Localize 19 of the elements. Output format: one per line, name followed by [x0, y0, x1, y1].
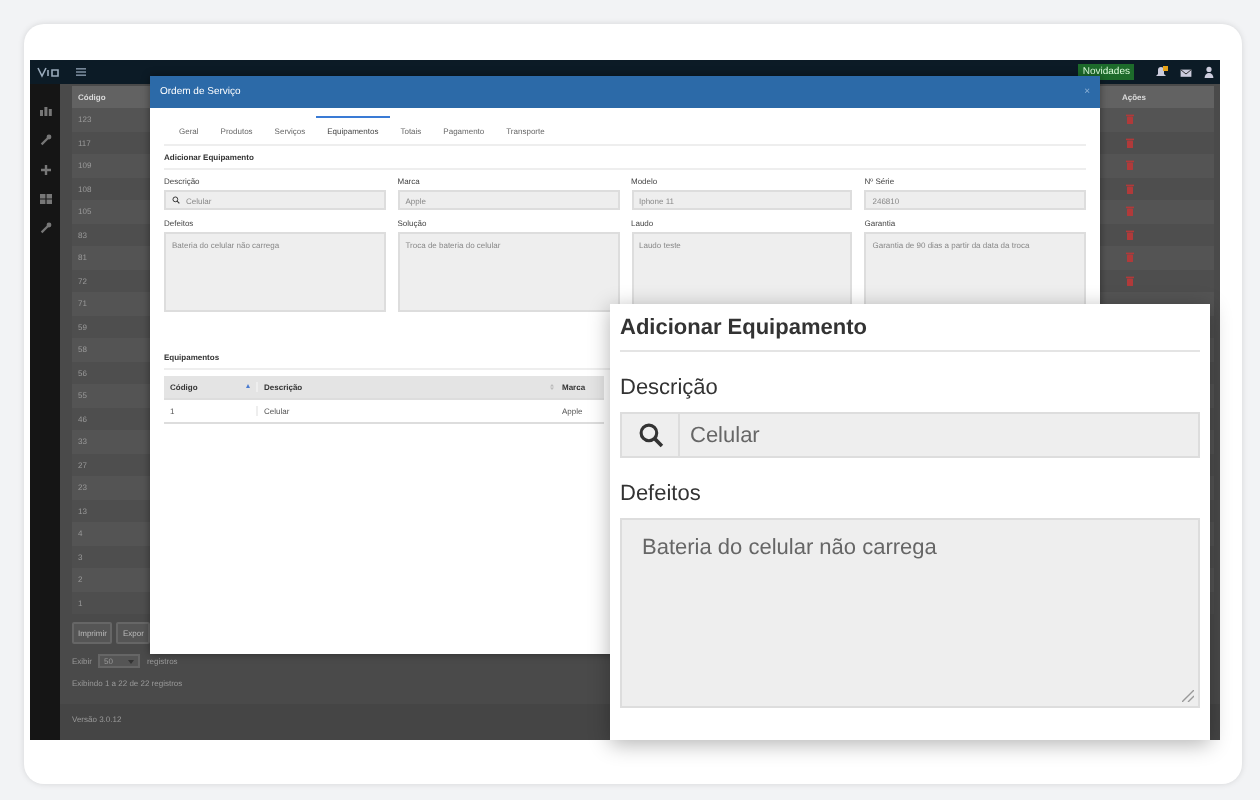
search-field[interactable]: Celular: [620, 412, 1200, 458]
grid-icon[interactable]: [39, 194, 51, 204]
field-label: Defeitos: [620, 482, 703, 506]
menu-icon[interactable]: [76, 68, 86, 76]
section-title: Adicionar Equipamento: [620, 312, 1200, 352]
wrench-icon[interactable]: [39, 222, 51, 234]
search-icon: [172, 196, 180, 204]
caret-icon: [128, 659, 135, 663]
field-label: Descrição: [620, 376, 720, 400]
mail-icon[interactable]: [1180, 67, 1192, 77]
search-icon: [637, 422, 663, 448]
resize-handle-icon: [1182, 690, 1194, 702]
wrench-icon[interactable]: [39, 134, 51, 146]
text-area[interactable]: Bateria do celular não carrega: [620, 518, 1200, 708]
bell-icon[interactable]: [1154, 66, 1168, 78]
logo-icon: [36, 66, 64, 78]
dashboard-icon[interactable]: [39, 106, 51, 116]
plus-icon[interactable]: [39, 164, 51, 176]
user-icon[interactable]: [1204, 66, 1214, 78]
